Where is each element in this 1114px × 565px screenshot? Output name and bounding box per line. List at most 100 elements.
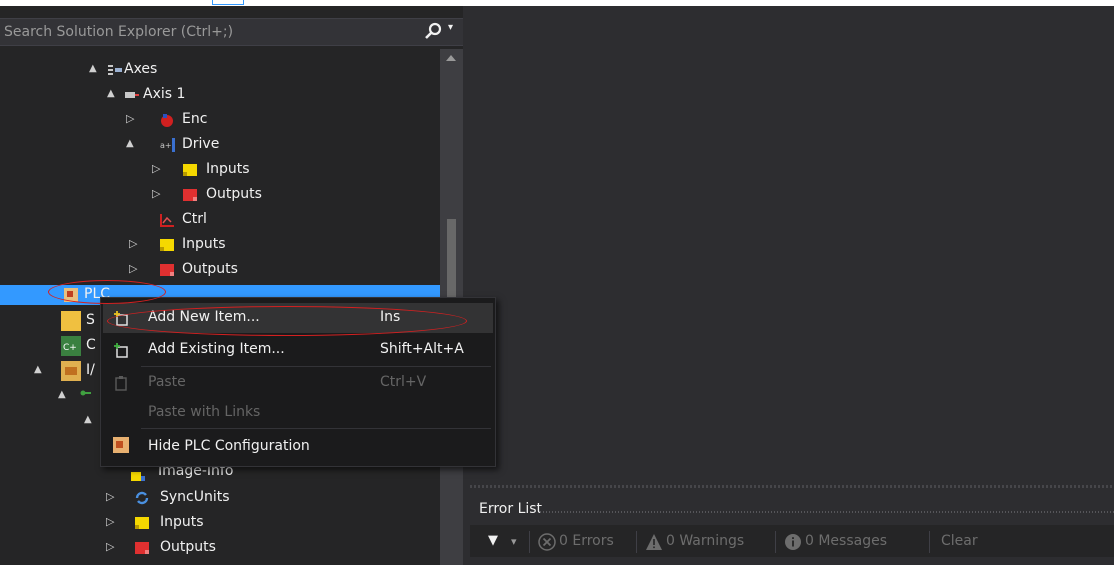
tree-item-syncunits[interactable]: ▷ SyncUnits	[0, 486, 440, 511]
paste-icon	[115, 376, 127, 391]
scroll-up-icon[interactable]	[446, 55, 456, 61]
tree-item-partial[interactable]: ▷	[0, 561, 440, 565]
tree-item-inputs[interactable]: ▷ Inputs	[0, 158, 440, 183]
error-list-title: Error List	[479, 501, 543, 517]
expand-arrow-icon[interactable]: ▷	[152, 162, 160, 175]
add-existing-item-icon	[114, 343, 128, 358]
expand-arrow-icon[interactable]: ▲	[84, 414, 92, 425]
search-input[interactable]: Search Solution Explorer (Ctrl+;)	[4, 24, 233, 40]
solution-search-box[interactable]: Search Solution Explorer (Ctrl+;) ▾	[0, 18, 463, 46]
info-icon	[785, 534, 801, 550]
drive-icon: a+	[160, 138, 175, 152]
menu-item-add-new-item[interactable]: Add New Item... Ins	[103, 303, 493, 333]
tree-item-inputs[interactable]: ▷ Inputs	[0, 511, 440, 536]
menu-separator	[141, 428, 491, 429]
messages-filter-button[interactable]: 0 Messages	[805, 533, 887, 549]
inputs-icon	[183, 164, 197, 176]
inputs-icon	[135, 517, 149, 529]
image-info-icon	[131, 472, 145, 481]
menu-item-label: Paste	[148, 374, 186, 390]
errors-filter-button[interactable]: 0 Errors	[559, 533, 614, 549]
menu-separator	[141, 366, 491, 367]
tree-item-enc[interactable]: ▷ Enc	[0, 108, 440, 133]
menu-item-label: Hide PLC Configuration	[148, 438, 310, 454]
expand-arrow-icon[interactable]: ▲	[58, 389, 66, 400]
menu-item-hide-plc-configuration[interactable]: Hide PLC Configuration	[103, 432, 493, 462]
tree-item-label: SyncUnits	[160, 489, 230, 505]
warnings-filter-button[interactable]: 0 Warnings	[666, 533, 744, 549]
expand-arrow-icon[interactable]: ▷	[106, 490, 114, 503]
svg-text:C+: C+	[63, 343, 77, 353]
tree-item-label: S	[86, 312, 95, 328]
tree-item-outputs[interactable]: ▷ Outputs	[0, 536, 440, 561]
tree-item-axes[interactable]: ▲ Axes	[0, 58, 440, 83]
search-icon[interactable]	[422, 21, 446, 43]
tree-item-ctrl[interactable]: Ctrl	[0, 208, 440, 233]
expand-arrow-icon[interactable]: ▷	[106, 540, 114, 553]
tree-item-label: Inputs	[160, 514, 204, 530]
expand-arrow-icon[interactable]: ▷	[152, 187, 160, 200]
menu-item-paste-with-links[interactable]: Paste with Links	[103, 398, 493, 428]
tree-item-label: Drive	[182, 136, 220, 152]
syncunits-icon	[135, 491, 149, 505]
ctrl-icon	[160, 214, 174, 227]
clear-button[interactable]: Clear	[941, 533, 978, 549]
menu-item-paste[interactable]: Paste Ctrl+V	[103, 368, 493, 398]
menu-item-shortcut: Ins	[380, 309, 401, 325]
devices-icon	[80, 390, 91, 396]
tree-item-drive[interactable]: ▲ a+ Drive	[0, 133, 440, 158]
expand-arrow-icon[interactable]: ▷	[129, 237, 137, 250]
panel-grip	[540, 511, 1114, 513]
io-icon	[61, 361, 81, 381]
tree-item-inputs[interactable]: ▷ Inputs	[0, 233, 440, 258]
tree-item-outputs[interactable]: ▷ Outputs	[0, 183, 440, 208]
safety-icon	[61, 311, 81, 331]
search-options-dropdown[interactable]: ▾	[448, 22, 453, 33]
solution-explorer: Search Solution Explorer (Ctrl+;) ▾ ▲ Ax…	[0, 6, 463, 565]
expand-arrow-icon[interactable]: ▷	[129, 262, 137, 275]
expand-arrow-icon[interactable]: ▷	[126, 112, 134, 125]
tree-item-label: C	[86, 337, 96, 353]
outputs-icon	[160, 264, 174, 276]
toolbar-divider	[775, 531, 776, 553]
warning-icon	[646, 534, 662, 550]
filter-dropdown-icon[interactable]: ▾	[511, 535, 517, 548]
tree-item-outputs[interactable]: ▷ Outputs	[0, 258, 440, 283]
expand-arrow-icon[interactable]: ▷	[106, 515, 114, 528]
filter-icon[interactable]: ▼	[488, 533, 498, 548]
tree-item-axis-1[interactable]: ▲ Axis 1	[0, 83, 440, 108]
tab-edge	[212, 0, 244, 5]
tree-item-label: Outputs	[182, 261, 238, 277]
menu-item-shortcut: Shift+Alt+A	[380, 341, 464, 357]
toolbar-divider	[636, 531, 637, 553]
tree-item-label: Inputs	[206, 161, 250, 177]
inputs-icon	[160, 239, 174, 251]
menu-item-label: Paste with Links	[148, 404, 261, 420]
panel-splitter[interactable]	[470, 485, 1114, 488]
toolbar-divider	[529, 531, 530, 553]
expand-arrow-icon[interactable]: ▲	[34, 364, 42, 375]
encoder-icon	[161, 114, 173, 127]
outputs-icon	[183, 189, 197, 201]
error-icon	[538, 533, 556, 551]
expand-arrow-icon[interactable]: ▲	[126, 138, 134, 149]
axes-icon	[108, 65, 122, 75]
add-new-item-icon	[114, 311, 128, 326]
tree-item-label: Axis 1	[143, 86, 186, 102]
context-menu: Add New Item... Ins Add Existing Item...…	[100, 297, 496, 467]
plc-config-icon	[113, 437, 129, 453]
error-list-panel: Error List ▼ ▾ 0 Errors 0 Warnings 0 Mes…	[470, 485, 1114, 565]
tree-item-label: Enc	[182, 111, 208, 127]
menu-item-label: Add New Item...	[148, 309, 260, 325]
menu-item-shortcut: Ctrl+V	[380, 374, 427, 390]
menu-item-add-existing-item[interactable]: Add Existing Item... Shift+Alt+A	[103, 335, 493, 365]
svg-text:a+: a+	[160, 141, 172, 150]
outputs-icon	[135, 542, 149, 554]
expand-arrow-icon[interactable]: ▲	[89, 63, 97, 74]
expand-arrow-icon[interactable]: ▲	[107, 88, 115, 99]
editor-area	[463, 6, 1114, 565]
toolbar-divider	[929, 531, 930, 553]
tree-item-label: Outputs	[160, 539, 216, 555]
tree-item-label: I/	[86, 362, 95, 378]
tree-item-label: Axes	[124, 61, 158, 77]
